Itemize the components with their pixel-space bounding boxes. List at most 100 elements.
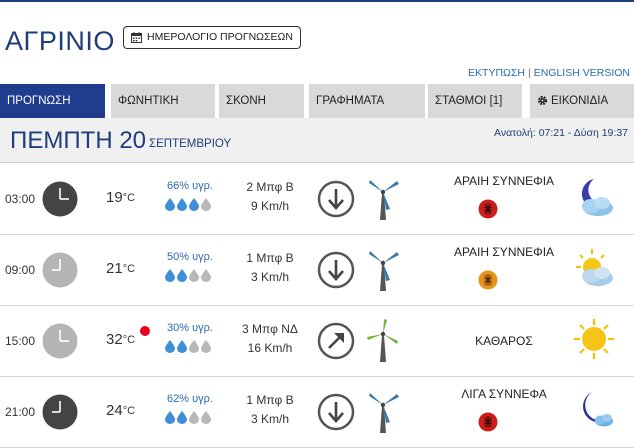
drop-icon [189, 269, 199, 282]
moon-cloud-icon [581, 176, 613, 216]
wind-turbine-icon [367, 319, 398, 362]
temperature: 19°C [106, 189, 135, 206]
day-month: ΣΕΠΤΕΜΒΡΙΟΥ [149, 138, 232, 150]
heat-alert-dot [140, 326, 150, 336]
temperature-unit: °C [122, 192, 136, 204]
tab-label: ΦΩΝΗΤΙΚΗ [118, 95, 179, 107]
forecast-row: 21:00 24°C 62% υγρ. 1 Μπφ Β 3 Km/h ΛΙΓΑ … [0, 377, 634, 448]
page-title: ΑΓΡΙΝΙΟ [5, 26, 115, 56]
clock-icon [42, 323, 78, 359]
wind-turbine-icon [369, 251, 399, 291]
drop-icon [201, 340, 211, 353]
temperature-value: 24 [106, 402, 123, 419]
tab-label: ΠΡΟΓΝΩΣΗ [7, 95, 71, 107]
temperature: 24°C [106, 402, 135, 419]
tab-charts[interactable]: ΓΡΑΦΗΜΑΤΑ [309, 84, 425, 118]
tab-icons[interactable]: ΕΙΚΟΝΙΔΙΑ [530, 84, 634, 118]
wind-beaufort: 3 Μπφ ΝΔ [242, 322, 298, 336]
fire-risk-badge-icon [478, 199, 498, 219]
clock-icon [42, 394, 78, 430]
tab-label: ΕΙΚΟΝΙΔΙΑ [551, 95, 609, 107]
drop-icon [177, 198, 187, 211]
wind-direction-icon [317, 322, 355, 360]
temperature: 32°C [106, 331, 135, 348]
tab-stations[interactable]: ΣΤΑΘΜΟΙ [1] [428, 84, 522, 118]
tab-bar: ΠΡΟΓΝΩΣΗ ΦΩΝΗΤΙΚΗ ΣΚΟΝΗ ΓΡΑΦΗΜΑΤΑ ΣΤΑΘΜΟ… [0, 84, 634, 118]
wind-speed: 9 Km/h [250, 199, 289, 213]
forecast-time: 09:00 [5, 263, 36, 277]
weather-condition: ΑΡΑΙΗ ΣΥΝΝΕΦΙΑ [453, 174, 555, 188]
drop-icon [177, 269, 187, 282]
wind-turbine-icon [369, 180, 399, 220]
forecast-time: 15:00 [5, 334, 36, 348]
forecast-row: 15:00 32°C 30% υγρ. 3 Μπφ ΝΔ 16 Km/h ΚΑΘ… [0, 306, 634, 377]
tab-label: ΣΚΟΝΗ [226, 95, 266, 107]
forecast-row: 03:00 19°C 66% υγρ. 2 Μπφ Β 9 Km/h ΑΡΑΙΗ… [0, 164, 634, 235]
clock-icon [42, 181, 78, 217]
temperature-value: 21 [106, 260, 123, 277]
drop-icon [177, 340, 187, 353]
wind-info: 1 Μπφ Β 3 Km/h [230, 391, 310, 429]
wind-beaufort: 2 Μπφ Β [246, 180, 294, 194]
wind-info: 2 Μπφ Β 9 Km/h [230, 178, 310, 216]
tab-dust[interactable]: ΣΚΟΝΗ [219, 84, 304, 118]
wind-beaufort: 1 Μπφ Β [246, 251, 294, 265]
drop-icon [165, 269, 175, 282]
calendar-button-label: ΗΜΕΡΟΛΟΓΙΟ ΠΡΟΓΝΩΣΕΩΝ [147, 31, 293, 43]
drop-icon [165, 411, 175, 424]
drop-icon [189, 198, 199, 211]
humidity-drops [165, 411, 211, 424]
moon-cloud-icon [582, 392, 613, 427]
sunrise-sunset: Ανατολή: 07:21 - Δύση 19:37 [494, 127, 628, 139]
print-link[interactable]: ΕΚΤΥΠΩΣΗ [468, 67, 525, 79]
wind-turbine-icon [369, 393, 399, 433]
tab-label: ΣΤΑΘΜΟΙ [1] [435, 95, 503, 107]
wind-speed: 3 Km/h [250, 412, 289, 426]
wind-speed: 16 Km/h [247, 341, 293, 355]
tab-forecast[interactable]: ΠΡΟΓΝΩΣΗ [0, 84, 105, 118]
forecast-time: 21:00 [5, 405, 36, 419]
weather-condition: ΛΙΓΑ ΣΥΝΝΕΦΑ [461, 387, 547, 401]
drop-icon [201, 198, 211, 211]
humidity: 30% υγρ. [167, 322, 213, 334]
drop-icon [165, 198, 175, 211]
temperature-value: 19 [106, 189, 123, 206]
gear-icon [537, 95, 548, 106]
humidity-drops [165, 340, 211, 353]
humidity: 66% υγρ. [167, 180, 213, 192]
wind-direction-icon [317, 393, 355, 431]
clock-icon [42, 252, 78, 288]
day-header: ΠΕΜΠΤΗ 20 ΣΕΠΤΕΜΒΡΙΟΥ Ανατολή: 07:21 - Δ… [0, 118, 634, 163]
humidity-drops [165, 269, 211, 282]
tab-phonetic[interactable]: ΦΩΝΗΤΙΚΗ [111, 84, 215, 118]
fire-risk-badge-icon [478, 270, 498, 290]
temperature: 21°C [106, 260, 135, 277]
humidity-drops [165, 198, 211, 211]
day-name: ΠΕΜΠΤΗ 20 [10, 127, 147, 154]
sun-cloud-icon [576, 249, 613, 286]
humidity: 62% υγρ. [167, 393, 213, 405]
drop-icon [201, 411, 211, 424]
wind-direction-icon [317, 180, 355, 218]
temperature-value: 32 [106, 331, 123, 348]
fire-risk-badge-icon [478, 412, 498, 432]
temperature-unit: °C [122, 334, 136, 346]
top-accent-line [0, 0, 634, 2]
wind-beaufort: 1 Μπφ Β [246, 393, 294, 407]
weather-condition: ΚΑΘΑΡΟΣ [475, 334, 533, 348]
wind-speed: 3 Km/h [250, 270, 289, 284]
wind-info: 1 Μπφ Β 3 Km/h [230, 249, 310, 287]
calendar-icon [131, 32, 142, 43]
humidity: 50% υγρ. [167, 251, 213, 263]
drop-icon [201, 269, 211, 282]
weather-condition: ΑΡΑΙΗ ΣΥΝΝΕΦΙΑ [453, 245, 555, 259]
english-version-link[interactable]: ENGLISH VERSION [534, 67, 630, 79]
wind-direction-icon [317, 251, 355, 289]
wind-info: 3 Μπφ ΝΔ 16 Km/h [230, 320, 310, 358]
drop-icon [189, 411, 199, 424]
temperature-unit: °C [122, 405, 136, 417]
forecast-row: 09:00 21°C 50% υγρ. 1 Μπφ Β 3 Km/h ΑΡΑΙΗ… [0, 235, 634, 306]
calendar-button[interactable]: ΗΜΕΡΟΛΟΓΙΟ ΠΡΟΓΝΩΣΕΩΝ [123, 26, 301, 49]
drop-icon [189, 340, 199, 353]
temperature-unit: °C [122, 263, 136, 275]
